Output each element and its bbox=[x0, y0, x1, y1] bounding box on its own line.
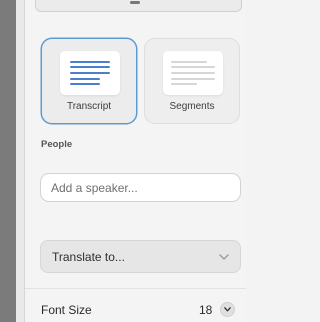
top-control-indicator bbox=[130, 1, 140, 4]
translate-select-value: Translate to... bbox=[52, 250, 125, 264]
window-edge bbox=[0, 0, 16, 322]
people-section-label: People bbox=[41, 139, 73, 150]
transcript-icon bbox=[60, 51, 120, 95]
panel-gutter bbox=[16, 0, 25, 322]
segments-icon bbox=[163, 51, 223, 95]
section-divider bbox=[25, 288, 246, 289]
app-window: Transcript Segments People Translate to.… bbox=[0, 0, 246, 322]
font-size-stepper[interactable] bbox=[220, 302, 235, 317]
inspector-panel: Transcript Segments People Translate to.… bbox=[25, 0, 246, 322]
transcript-mode-card[interactable]: Transcript bbox=[41, 38, 137, 124]
chevron-down-icon bbox=[224, 307, 231, 312]
segments-mode-label: Segments bbox=[169, 101, 215, 112]
add-speaker-input[interactable] bbox=[40, 173, 241, 202]
font-size-label: Font Size bbox=[41, 303, 92, 317]
top-control-partial[interactable] bbox=[35, 0, 242, 12]
font-size-value: 18 bbox=[199, 303, 213, 317]
translate-select[interactable]: Translate to... bbox=[40, 240, 241, 273]
chevron-down-icon bbox=[219, 254, 229, 260]
transcript-mode-label: Transcript bbox=[66, 101, 112, 112]
segments-mode-card[interactable]: Segments bbox=[144, 38, 240, 124]
